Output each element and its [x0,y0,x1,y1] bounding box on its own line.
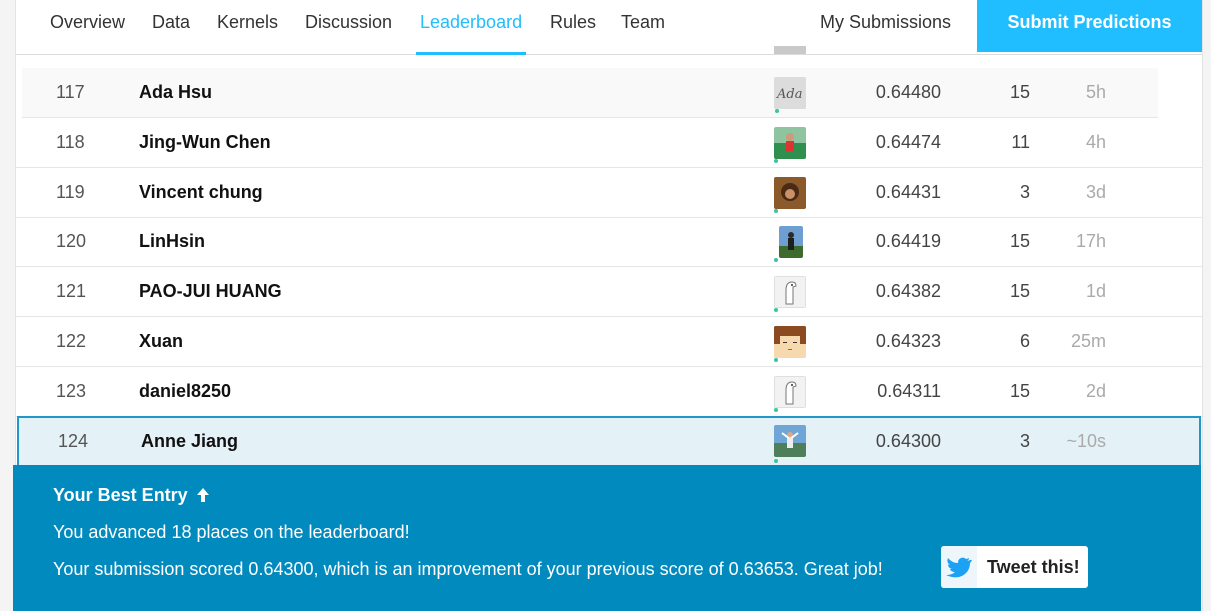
entries: 15 [1009,381,1030,401]
tab-discussion[interactable]: Discussion [305,0,392,52]
last-submission: 3d [1085,182,1106,202]
rank: 124 [58,431,89,451]
svg-text:Ada: Ada [776,87,802,102]
last-submission: 2d [1085,381,1106,401]
score: 0.64300 [875,431,941,451]
score-message: Your submission scored 0.64300, which is… [53,559,883,579]
entries: 3 [1019,182,1030,202]
submit-predictions-button[interactable]: Submit Predictions [977,0,1202,52]
team-name[interactable]: daniel8250 [139,367,231,416]
tab-leaderboard[interactable]: Leaderboard [416,0,527,55]
twitter-bird-icon [941,546,977,588]
status-dot [774,258,778,262]
photo-avatar[interactable] [774,425,806,457]
team-name[interactable]: Jing-Wun Chen [139,118,271,167]
best-entry-title-text: Your Best Entry [53,485,188,505]
entries: 15 [1009,231,1030,251]
default-goose-avatar[interactable] [774,276,806,308]
tab-kernels[interactable]: Kernels [217,0,278,52]
avatar [774,46,806,54]
photo-avatar[interactable] [774,127,806,159]
last-submission: 5h [1085,82,1106,102]
score: 0.64474 [875,132,941,152]
tab-team[interactable]: Team [621,0,665,52]
rank: 120 [56,231,87,251]
status-dot [774,209,778,213]
score: 0.64480 [875,82,941,102]
table-row[interactable]: 120 LinHsin 0.64419 15 17h [16,217,1202,267]
score: 0.64431 [875,182,941,202]
my-entry-row[interactable]: 124 Anne Jiang 0.64300 3 ~10s [17,416,1201,467]
photo-avatar[interactable] [779,226,803,258]
rank: 122 [56,331,87,351]
entries: 6 [1019,331,1030,351]
entries: 15 [1009,82,1030,102]
my-submissions-link[interactable]: My Submissions [820,0,951,44]
status-dot [774,358,778,362]
last-submission: 17h [1075,231,1106,251]
tab-rules[interactable]: Rules [550,0,596,52]
table-row[interactable]: 117 Ada Hsu Ada 0.64480 15 5h [22,68,1158,118]
team-name[interactable]: Ada Hsu [139,68,212,117]
table-row[interactable]: 122 Xuan 0.64323 6 25m [16,317,1202,367]
rank: 119 [56,182,85,202]
best-entry-banner: Your Best Entry You advanced 18 places o… [13,465,1201,611]
entries: 3 [1019,431,1030,451]
tab-data[interactable]: Data [152,0,190,52]
table-row[interactable]: 121 PAO-JUI HUANG 0.64382 15 1d [16,267,1202,317]
rank: 117 [56,82,85,102]
status-dot [774,159,778,163]
table-row[interactable]: 118 Jing-Wun Chen 0.64474 11 4h [16,118,1202,168]
photo-avatar[interactable] [774,177,806,209]
score: 0.64323 [875,331,941,351]
status-dot [775,109,779,113]
team-name[interactable]: LinHsin [139,217,205,266]
competition-nav: Overview Data Kernels Discussion Leaderb… [16,0,1202,55]
team-name[interactable]: Xuan [139,317,183,366]
rank: 118 [56,132,85,152]
score: 0.64419 [875,231,941,251]
arrow-up-icon [196,488,209,502]
team-name[interactable]: Vincent chung [139,168,263,217]
last-submission: 25m [1070,331,1106,351]
status-dot [774,459,778,463]
tab-overview[interactable]: Overview [50,0,125,52]
last-submission: 1d [1085,281,1106,301]
status-dot [774,408,778,412]
team-name[interactable]: Anne Jiang [141,418,238,465]
best-entry-title: Your Best Entry [53,485,211,506]
advance-message: You advanced 18 places on the leaderboar… [53,522,410,542]
tweet-button[interactable]: Tweet this! [941,546,1088,588]
score: 0.64311 [877,381,941,401]
table-row[interactable]: 123 daniel8250 0.64311 15 2d [16,367,1202,417]
tweet-button-label: Tweet this! [987,557,1080,577]
rank: 121 [56,281,87,301]
last-submission: ~10s [1066,431,1106,451]
entries: 15 [1009,281,1030,301]
last-submission: 4h [1085,132,1106,152]
rank: 123 [56,381,87,401]
entries: 11 [1011,132,1030,152]
ada-signature-avatar[interactable]: Ada [774,77,806,109]
status-dot [774,308,778,312]
table-row[interactable]: 119 Vincent chung 0.64431 3 3d [16,168,1202,218]
score: 0.64382 [875,281,941,301]
pixel-face-avatar[interactable] [774,326,806,358]
default-goose-avatar[interactable] [774,376,806,408]
team-name[interactable]: PAO-JUI HUANG [139,267,282,316]
